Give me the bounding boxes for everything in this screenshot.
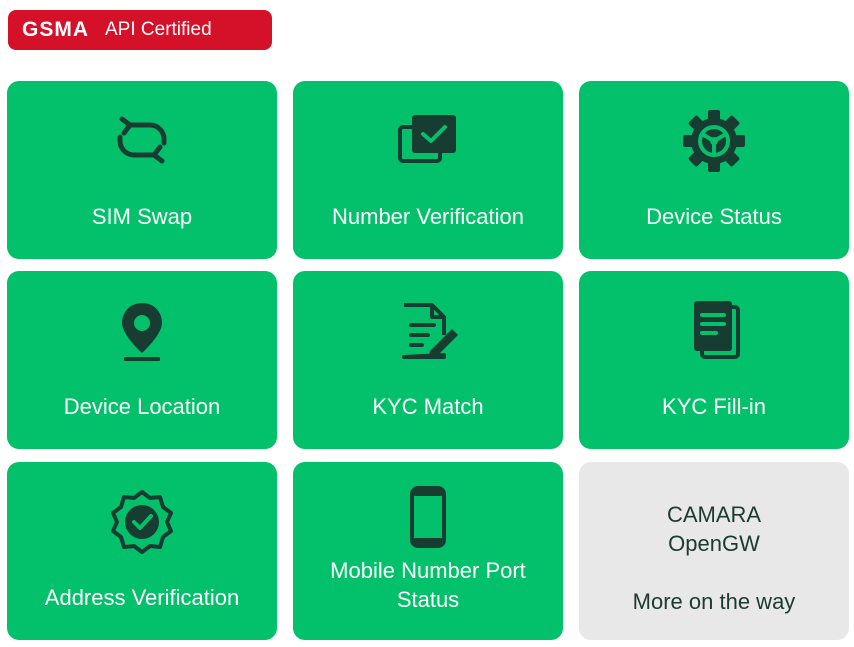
tile-label: Device Location [63,394,221,419]
number-verification-icon [396,105,460,175]
tile-more-on-the-way: CAMARA OpenGW More on the way [579,462,849,640]
tile-kyc-fill-in[interactable]: KYC Fill-in [579,271,849,449]
tile-label: KYC Match [372,394,484,419]
tile-number-verification[interactable]: Number Verification [293,81,563,259]
tile-label: Number Verification [332,204,524,229]
mobile-phone-icon [396,484,460,554]
tile-device-status[interactable]: Device Status [579,81,849,259]
tile-label: KYC Fill-in [662,394,766,419]
document-edit-icon [396,295,460,365]
documents-icon [682,295,746,365]
gsma-api-certified-badge: GSMA API Certified [8,10,272,50]
tile-mobile-number-port-status[interactable]: Mobile Number Port Status [293,462,563,640]
tile-label: Mobile Number Port Status [293,556,563,614]
tile-label: SIM Swap [91,204,193,229]
more-on-the-way-label: More on the way [632,589,796,614]
verified-badge-icon [110,486,174,556]
gear-icon [682,105,746,175]
tile-device-location[interactable]: Device Location [7,271,277,449]
opengw-label: OpenGW [668,531,760,556]
gsma-logo: GSMA [22,18,89,41]
tile-label-line-1: Mobile Number Port [330,558,526,583]
badge-text: API Certified [105,19,212,40]
tile-label-line-2: Status [396,587,460,612]
tile-label: Device Status [646,204,782,229]
tile-address-verification[interactable]: Address Verification [7,462,277,640]
camara-label: CAMARA [666,502,762,527]
tile-kyc-match[interactable]: KYC Match [293,271,563,449]
tile-label: Address Verification [44,585,240,610]
tile-sim-swap[interactable]: SIM Swap [7,81,277,259]
location-pin-icon [110,295,174,365]
sim-swap-icon [110,105,174,175]
